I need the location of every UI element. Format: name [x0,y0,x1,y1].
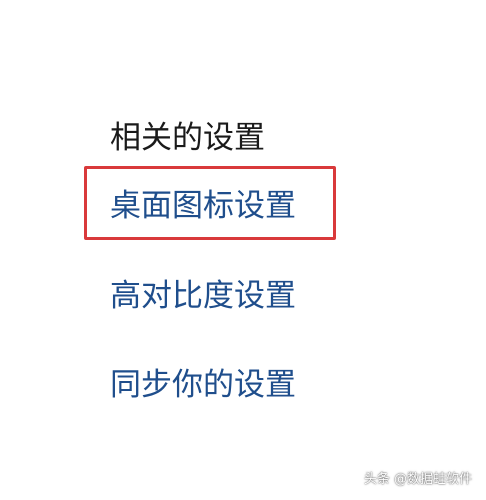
sync-settings-link[interactable]: 同步你的设置 [110,365,296,405]
source-watermark: 头条 @数据蛙软件 [363,472,472,487]
related-settings-heading: 相关的设置 [110,120,265,156]
high-contrast-settings-link[interactable]: 高对比度设置 [110,276,296,316]
desktop-icon-settings-link[interactable]: 桌面图标设置 [110,186,296,226]
